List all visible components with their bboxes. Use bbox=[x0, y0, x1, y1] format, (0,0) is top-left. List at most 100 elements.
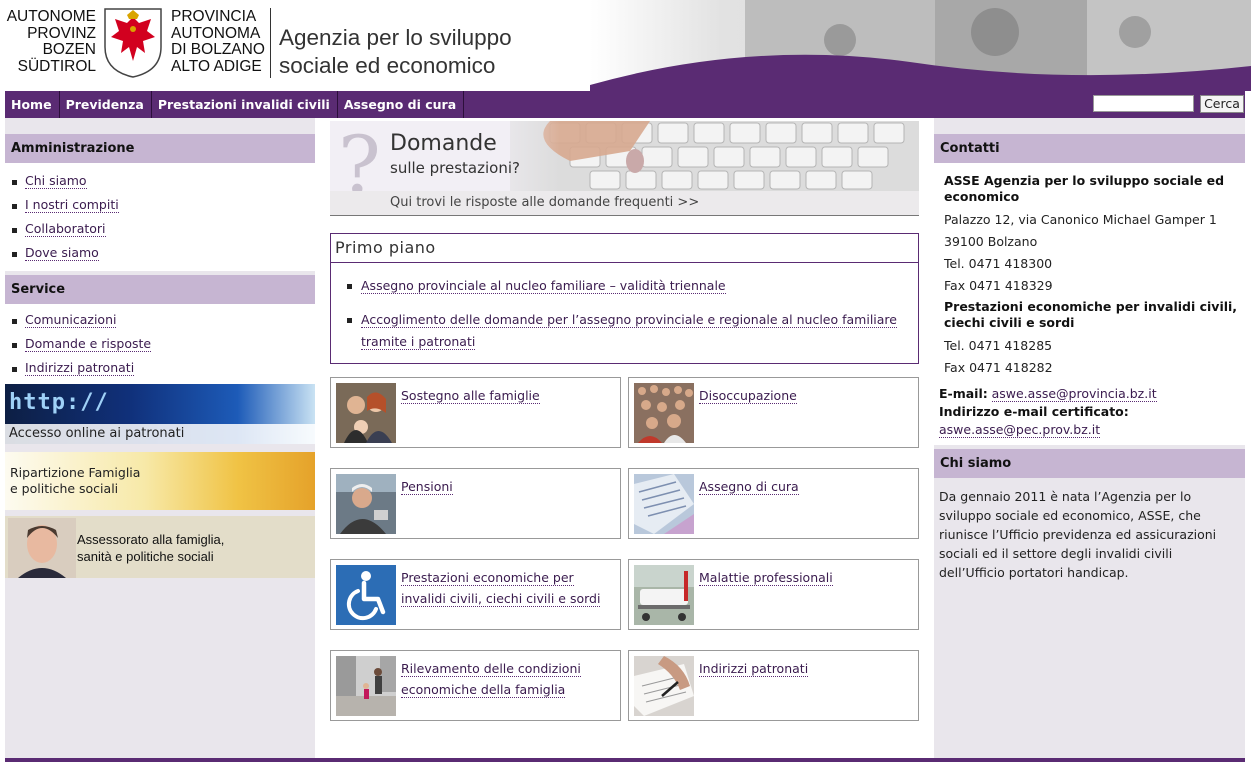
faq-subtitle: sulle prestazioni? bbox=[390, 159, 520, 177]
logo-divider bbox=[270, 8, 271, 78]
coat-of-arms-icon[interactable] bbox=[103, 7, 163, 79]
signing-form-photo-icon bbox=[634, 656, 694, 716]
search-input[interactable] bbox=[1093, 95, 1194, 112]
email-row: E-mail: aswe.asse@provincia.bz.it bbox=[939, 385, 1245, 403]
tile-label: Assegno di cura bbox=[699, 476, 909, 497]
documents-photo-icon bbox=[634, 474, 694, 534]
department-name: Prestazioni economiche per invalidi civi… bbox=[944, 299, 1238, 330]
admin-links: Chi siamo I nostri compiti Collaboratori… bbox=[5, 163, 315, 271]
wheelchair-icon bbox=[336, 565, 396, 625]
tile-label: Pensioni bbox=[401, 476, 611, 497]
primo-piano-item[interactable]: Accoglimento delle domande per l’assegno… bbox=[347, 309, 901, 352]
banner-line: Assessorato alla famiglia, bbox=[77, 532, 225, 547]
tile-label: Disoccupazione bbox=[699, 385, 909, 406]
logo-line: DI BOLZANO bbox=[171, 41, 265, 58]
faq-title: Domande bbox=[390, 131, 497, 156]
tile-sostegno-famiglie[interactable]: Sostegno alle famiglie bbox=[330, 377, 621, 448]
banner-assessorato-famiglia[interactable]: Assessorato alla famiglia, sanità e poli… bbox=[5, 516, 315, 578]
person-photo-icon bbox=[8, 518, 76, 578]
link-chi-siamo[interactable]: Chi siamo bbox=[5, 169, 315, 193]
logo-text-german: AUTONOME PROVINZ BOZEN SÜDTIROL bbox=[6, 8, 96, 75]
news-link: Accoglimento delle domande per l’assegno… bbox=[361, 312, 897, 350]
right-sidebar: Contatti ASSE Agenzia per lo sviluppo so… bbox=[934, 118, 1245, 758]
nav-home[interactable]: Home bbox=[5, 91, 60, 118]
contact-details: ASSE Agenzia per lo sviluppo sociale ed … bbox=[934, 163, 1245, 391]
street-family-photo-icon bbox=[336, 656, 396, 716]
banner-accesso-online-patronati[interactable]: http:// Accesso online ai patronati bbox=[5, 384, 315, 444]
banner-line: Ripartizione Famiglia bbox=[10, 465, 141, 480]
pec-row: aswe.asse@pec.prov.bz.it bbox=[939, 421, 1245, 439]
banner-ripartizione-famiglia[interactable]: Ripartizione Famiglia e politiche social… bbox=[5, 452, 315, 510]
keyboard-photo bbox=[510, 121, 919, 191]
email-label: E-mail: bbox=[939, 386, 988, 401]
logo-line: AUTONOME bbox=[6, 8, 96, 25]
crowd-photo-icon bbox=[634, 383, 694, 443]
link-i-nostri-compiti[interactable]: I nostri compiti bbox=[5, 193, 315, 217]
banner-caption: Ripartizione Famiglia e politiche social… bbox=[10, 465, 140, 497]
banner-caption: Accesso online ai patronati bbox=[5, 424, 315, 444]
agency-title-line: sociale ed economico bbox=[279, 53, 496, 78]
org-name: ASSE Agenzia per lo sviluppo sociale ed … bbox=[944, 173, 1225, 204]
banner-http-graphic: http:// bbox=[9, 390, 109, 415]
tile-malattie-professionali[interactable]: Malattie professionali bbox=[628, 559, 919, 630]
section-header-chi-siamo: Chi siamo bbox=[934, 449, 1245, 478]
tile-pensioni[interactable]: Pensioni bbox=[330, 468, 621, 539]
link-label: Collaboratori bbox=[25, 221, 106, 237]
primo-piano-item[interactable]: Assegno provinciale al nucleo familiare … bbox=[347, 275, 901, 297]
tile-label: Sostegno alle famiglie bbox=[401, 385, 611, 406]
nav-assegno-di-cura[interactable]: Assegno di cura bbox=[338, 91, 465, 118]
link-comunicazioni[interactable]: Comunicazioni bbox=[5, 308, 315, 332]
logo-text-italian: PROVINCIA AUTONOMA DI BOLZANO ALTO ADIGE bbox=[171, 8, 271, 75]
nav-previdenza[interactable]: Previdenza bbox=[60, 91, 152, 118]
logo-line: AUTONOMA bbox=[171, 24, 261, 42]
agency-title[interactable]: Agenzia per lo sviluppo sociale ed econo… bbox=[279, 24, 512, 80]
tile-link: Disoccupazione bbox=[699, 388, 797, 404]
section-header-amministrazione: Amministrazione bbox=[5, 134, 315, 163]
logo-line: SÜDTIROL bbox=[17, 57, 96, 75]
phone-line: Tel. 0471 418300 bbox=[944, 256, 1053, 271]
agency-title-line: Agenzia per lo sviluppo bbox=[279, 25, 512, 50]
link-label: Chi siamo bbox=[25, 173, 87, 189]
faq-link[interactable]: Qui trovi le risposte alle domande frequ… bbox=[390, 195, 699, 210]
primo-piano-box: Primo piano Assegno provinciale al nucle… bbox=[330, 233, 919, 364]
tile-assegno-di-cura[interactable]: Assegno di cura bbox=[628, 468, 919, 539]
banner-line: sanità e politiche sociali bbox=[77, 549, 214, 564]
service-links: Comunicazioni Domande e risposte Indiriz… bbox=[5, 304, 315, 384]
elderly-man-photo-icon bbox=[336, 474, 396, 534]
tile-disoccupazione[interactable]: Disoccupazione bbox=[628, 377, 919, 448]
phone-line: Tel. 0471 418285 bbox=[944, 338, 1053, 353]
link-indirizzi-patronati[interactable]: Indirizzi patronati bbox=[5, 356, 315, 380]
link-label: Dove siamo bbox=[25, 245, 99, 261]
hospital-bed-photo-icon bbox=[634, 565, 694, 625]
header-photo-collage bbox=[590, 0, 1251, 91]
link-label: Indirizzi patronati bbox=[25, 360, 135, 376]
left-sidebar: Amministrazione Chi siamo I nostri compi… bbox=[5, 118, 315, 758]
banner-caption: Assessorato alla famiglia, sanità e poli… bbox=[77, 531, 224, 565]
nav-list: Home Previdenza Prestazioni invalidi civ… bbox=[5, 91, 465, 118]
logo-line: BOZEN bbox=[42, 41, 96, 58]
pec-email-link[interactable]: aswe.asse@pec.prov.bz.it bbox=[939, 422, 1101, 438]
faq-banner[interactable]: ? Domande sulle prestazioni? Qui trovi l… bbox=[330, 121, 919, 216]
link-label: I nostri compiti bbox=[25, 197, 119, 213]
logo-line: PROVINCIA bbox=[171, 8, 257, 25]
tile-link: Sostegno alle famiglie bbox=[401, 388, 540, 404]
link-collaboratori[interactable]: Collaboratori bbox=[5, 217, 315, 241]
fax-line: Fax 0471 418329 bbox=[944, 278, 1053, 293]
tile-label: Rilevamento delle condizioni economiche … bbox=[401, 658, 611, 700]
news-link: Assegno provinciale al nucleo familiare … bbox=[361, 278, 726, 294]
assessor-photo bbox=[8, 518, 76, 578]
link-dove-siamo[interactable]: Dove siamo bbox=[5, 241, 315, 265]
tile-link: Indirizzi patronati bbox=[699, 661, 809, 677]
tile-rilevamento-condizioni[interactable]: Rilevamento delle condizioni economiche … bbox=[330, 650, 621, 721]
email-link[interactable]: aswe.asse@provincia.bz.it bbox=[991, 386, 1157, 402]
main-navigation: Home Previdenza Prestazioni invalidi civ… bbox=[5, 91, 1245, 118]
tile-prestazioni-invalidi[interactable]: Prestazioni economiche per invalidi civi… bbox=[330, 559, 621, 630]
link-domande-e-risposte[interactable]: Domande e risposte bbox=[5, 332, 315, 356]
footer-bar bbox=[5, 758, 1245, 762]
nav-prestazioni-invalidi-civili[interactable]: Prestazioni invalidi civili bbox=[152, 91, 338, 118]
chi-siamo-text: Da gennaio 2011 è nata l’Agenzia per lo … bbox=[939, 489, 1217, 580]
pec-label: Indirizzo e-mail certificato: bbox=[939, 404, 1129, 419]
search-button[interactable]: Cerca bbox=[1200, 95, 1244, 113]
link-label: Domande e risposte bbox=[25, 336, 152, 352]
tile-indirizzi-patronati[interactable]: Indirizzi patronati bbox=[628, 650, 919, 721]
